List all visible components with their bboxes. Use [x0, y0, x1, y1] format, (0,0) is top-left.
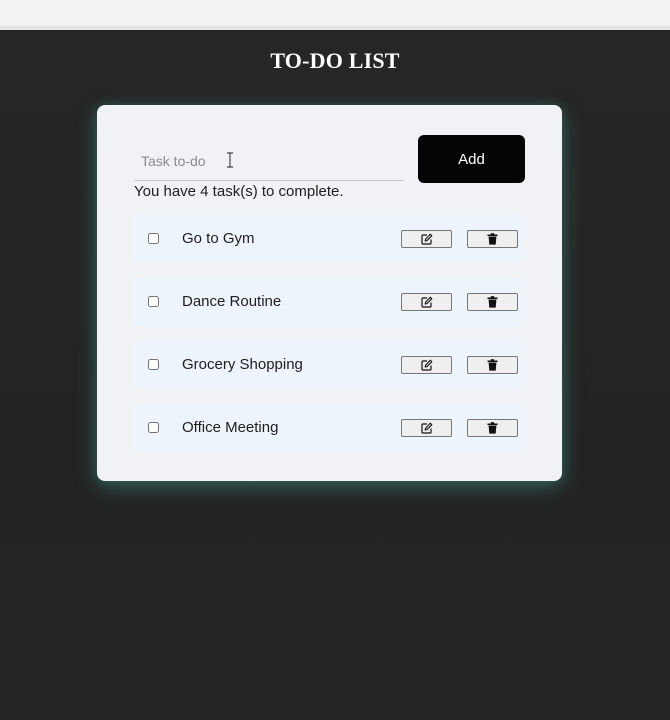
pencil-square-icon	[420, 296, 432, 308]
trash-icon	[487, 233, 498, 245]
task-input[interactable]	[134, 141, 404, 181]
pencil-square-icon	[420, 422, 432, 434]
edit-task-button[interactable]	[401, 230, 452, 248]
task-label: Office Meeting	[182, 419, 279, 436]
edit-task-button[interactable]	[401, 293, 452, 311]
task-checkbox[interactable]	[148, 359, 159, 370]
task-item: Grocery Shopping	[134, 341, 525, 389]
trash-icon	[487, 422, 498, 434]
task-item: Office Meeting	[134, 404, 525, 452]
task-checkbox[interactable]	[148, 422, 159, 433]
trash-icon	[487, 296, 498, 308]
delete-task-button[interactable]	[467, 230, 518, 248]
trash-icon	[487, 359, 498, 371]
task-checkbox[interactable]	[148, 296, 159, 307]
task-label: Go to Gym	[182, 230, 255, 247]
browser-top-bar	[0, 0, 670, 30]
task-label: Grocery Shopping	[182, 356, 303, 373]
task-item: Dance Routine	[134, 278, 525, 326]
page-title: TO-DO LIST	[270, 48, 400, 73]
task-count-text: You have 4 task(s) to complete.	[134, 183, 344, 200]
pencil-square-icon	[420, 359, 432, 371]
edit-task-button[interactable]	[401, 419, 452, 437]
edit-task-button[interactable]	[401, 356, 452, 374]
delete-task-button[interactable]	[467, 356, 518, 374]
task-item: Go to Gym	[134, 215, 525, 263]
todo-card: Add You have 4 task(s) to complete. Go t…	[97, 105, 562, 481]
task-checkbox[interactable]	[148, 233, 159, 244]
delete-task-button[interactable]	[467, 419, 518, 437]
text-cursor-icon	[227, 152, 233, 168]
task-label: Dance Routine	[182, 293, 282, 310]
delete-task-button[interactable]	[467, 293, 518, 311]
add-button[interactable]: Add	[418, 135, 525, 183]
page: TO-DO LIST Add You have 4 task(s) to com…	[0, 30, 670, 720]
pencil-square-icon	[420, 233, 432, 245]
task-list: Go to Gym Dance Routine Grocery Shopping…	[134, 215, 525, 467]
